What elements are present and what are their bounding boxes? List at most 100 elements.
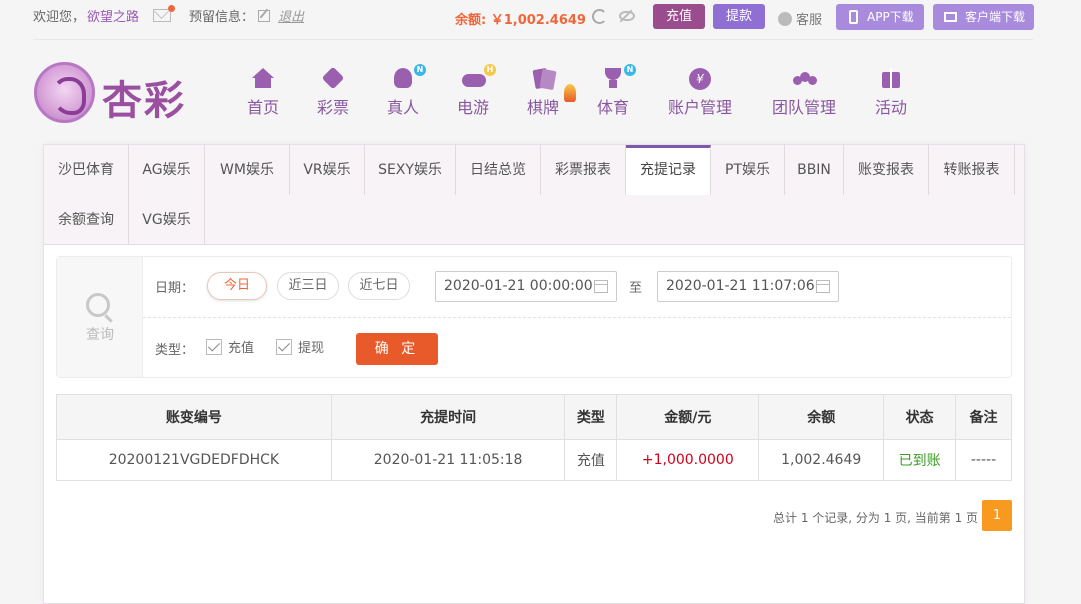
new-badge: N bbox=[414, 64, 426, 76]
cell-remark: ----- bbox=[955, 439, 1012, 481]
ticket-icon bbox=[321, 66, 345, 90]
last-3-days-button[interactable]: 近三日 bbox=[277, 272, 339, 300]
nav-label: 活动 bbox=[874, 98, 907, 117]
type-label: 类型： bbox=[155, 343, 195, 358]
customer-service-link[interactable]: 客服 bbox=[778, 9, 822, 28]
cell-type: 充值 bbox=[564, 439, 618, 481]
tab-wm[interactable]: WM娱乐 bbox=[205, 145, 290, 195]
tab-sexy[interactable]: SEXY娱乐 bbox=[365, 145, 456, 195]
logo-emblem-icon bbox=[34, 62, 95, 123]
top-bar: 欢迎您， 欲望之路 预留信息： 退出 余额: ￥1,002.4649 充值 提款… bbox=[0, 0, 1081, 34]
report-tabs: 沙巴体育 AG娱乐 WM娱乐 VR娱乐 SEXY娱乐 日结总览 彩票报表 充提记… bbox=[44, 145, 1024, 245]
edit-icon[interactable] bbox=[258, 9, 271, 22]
tab-balance-query[interactable]: 余额查询 bbox=[44, 195, 129, 245]
tab-pt[interactable]: PT娱乐 bbox=[711, 145, 785, 195]
nav-label: 棋牌 bbox=[526, 98, 559, 117]
withdraw-button[interactable]: 提款 bbox=[713, 4, 765, 29]
home-icon bbox=[252, 68, 274, 90]
welcome-area: 欢迎您， 欲望之路 预留信息： 退出 bbox=[33, 5, 304, 25]
range-separator: 至 bbox=[629, 281, 643, 296]
username-link[interactable]: 欲望之路 bbox=[87, 6, 139, 25]
top-divider bbox=[33, 39, 1033, 40]
col-header[interactable]: 状态 bbox=[883, 394, 957, 440]
col-header[interactable]: 金额/元 bbox=[616, 394, 760, 440]
col-header[interactable]: 类型 bbox=[564, 394, 618, 440]
col-header[interactable]: 余额 bbox=[758, 394, 885, 440]
nav-label: 彩票 bbox=[316, 98, 349, 117]
phone-icon bbox=[849, 10, 858, 24]
cell-status: 已到账 bbox=[883, 439, 957, 481]
nav-home[interactable]: 首页 bbox=[246, 68, 280, 118]
nav-team[interactable]: 团队管理 bbox=[770, 68, 838, 118]
tab-daily-summary[interactable]: 日结总览 bbox=[456, 145, 541, 195]
hide-balance-icon[interactable] bbox=[619, 11, 635, 21]
fire-icon bbox=[564, 84, 576, 102]
last-7-days-button[interactable]: 近七日 bbox=[348, 272, 410, 300]
recharge-checkbox[interactable]: 充值 bbox=[206, 337, 254, 356]
tab-account-change[interactable]: 账变报表 bbox=[844, 145, 929, 195]
search-divider bbox=[143, 317, 1011, 318]
cell-balance: 1,002.4649 bbox=[758, 439, 885, 481]
logout-link[interactable]: 退出 bbox=[278, 6, 304, 25]
nav-sports[interactable]: N 体育 bbox=[596, 64, 636, 118]
col-header[interactable]: 充提时间 bbox=[330, 394, 566, 440]
gamepad-icon: H bbox=[462, 64, 496, 90]
nav-promotions[interactable]: 活动 bbox=[874, 68, 908, 118]
calendar-icon[interactable] bbox=[816, 280, 830, 293]
unread-dot bbox=[168, 5, 176, 12]
start-date-field[interactable]: 2020-01-21 00:00:00 bbox=[435, 271, 617, 302]
client-download-label: 客户端下载 bbox=[965, 10, 1026, 24]
confirm-button[interactable]: 确 定 bbox=[356, 333, 438, 365]
tab-deposit-withdraw-records[interactable]: 充提记录 bbox=[626, 145, 711, 195]
welcome-text: 欢迎您， bbox=[33, 10, 86, 25]
tab-transfer-report[interactable]: 转账报表 bbox=[929, 145, 1015, 195]
checkbox-label: 充值 bbox=[228, 341, 255, 356]
logo-text: 杏彩 bbox=[102, 77, 186, 124]
pagination-summary: 总计 1 个记录, 分为 1 页, 当前第 1 页 bbox=[773, 511, 979, 525]
hot-badge: H bbox=[484, 64, 496, 76]
tab-saba-sports[interactable]: 沙巴体育 bbox=[44, 145, 129, 195]
cell-time: 2020-01-21 11:05:18 bbox=[330, 439, 566, 481]
refresh-icon[interactable] bbox=[592, 9, 607, 24]
page-button-current[interactable]: 1 bbox=[982, 500, 1012, 531]
nav-label: 团队管理 bbox=[771, 98, 836, 117]
end-date-field[interactable]: 2020-01-21 11:07:06 bbox=[657, 271, 839, 302]
new-badge: N bbox=[624, 64, 636, 76]
checkbox-icon[interactable] bbox=[276, 338, 292, 355]
col-header[interactable]: 备注 bbox=[955, 394, 1012, 440]
tab-lottery-report[interactable]: 彩票报表 bbox=[541, 145, 626, 195]
search-title: 查询 bbox=[86, 327, 114, 343]
client-download-button[interactable]: 客户端下载 bbox=[933, 4, 1034, 30]
dealer-icon: N bbox=[392, 64, 426, 90]
table-header-row: 账变编号 充提时间 类型 金额/元 余额 状态 备注 bbox=[56, 394, 1012, 440]
today-button[interactable]: 今日 bbox=[207, 272, 267, 300]
search-side: 查询 bbox=[57, 257, 143, 377]
tab-vg[interactable]: VG娱乐 bbox=[129, 195, 205, 245]
cards-icon bbox=[532, 67, 557, 91]
tab-vr[interactable]: VR娱乐 bbox=[290, 145, 365, 195]
service-icon bbox=[778, 11, 792, 26]
nav-label: 电游 bbox=[456, 98, 489, 117]
nav-live-casino[interactable]: N 真人 bbox=[386, 64, 426, 118]
nav-label: 真人 bbox=[386, 98, 419, 117]
nav-slots[interactable]: H 电游 bbox=[456, 64, 496, 118]
nav-label: 体育 bbox=[596, 98, 629, 117]
tab-ag[interactable]: AG娱乐 bbox=[129, 145, 205, 195]
withdraw-checkbox[interactable]: 提现 bbox=[276, 337, 324, 356]
app-download-button[interactable]: APP下载 bbox=[836, 4, 924, 30]
main-panel: 沙巴体育 AG娱乐 WM娱乐 VR娱乐 SEXY娱乐 日结总览 彩票报表 充提记… bbox=[43, 144, 1025, 604]
checkbox-icon[interactable] bbox=[206, 338, 222, 355]
nav-account[interactable]: ¥ 账户管理 bbox=[666, 68, 734, 118]
tab-bbin[interactable]: BBIN bbox=[785, 145, 844, 195]
mail-icon[interactable] bbox=[153, 5, 176, 22]
recharge-button[interactable]: 充值 bbox=[653, 4, 705, 29]
team-icon bbox=[793, 68, 817, 90]
magnifier-icon bbox=[86, 293, 110, 317]
gift-icon bbox=[880, 68, 902, 90]
calendar-icon[interactable] bbox=[594, 280, 608, 293]
col-header[interactable]: 账变编号 bbox=[56, 394, 332, 440]
nav-card-games[interactable]: 棋牌 bbox=[526, 67, 560, 118]
site-logo[interactable]: 杏彩 bbox=[34, 62, 186, 124]
nav-lottery[interactable]: 彩票 bbox=[316, 66, 350, 118]
coin-icon: ¥ bbox=[689, 68, 711, 90]
